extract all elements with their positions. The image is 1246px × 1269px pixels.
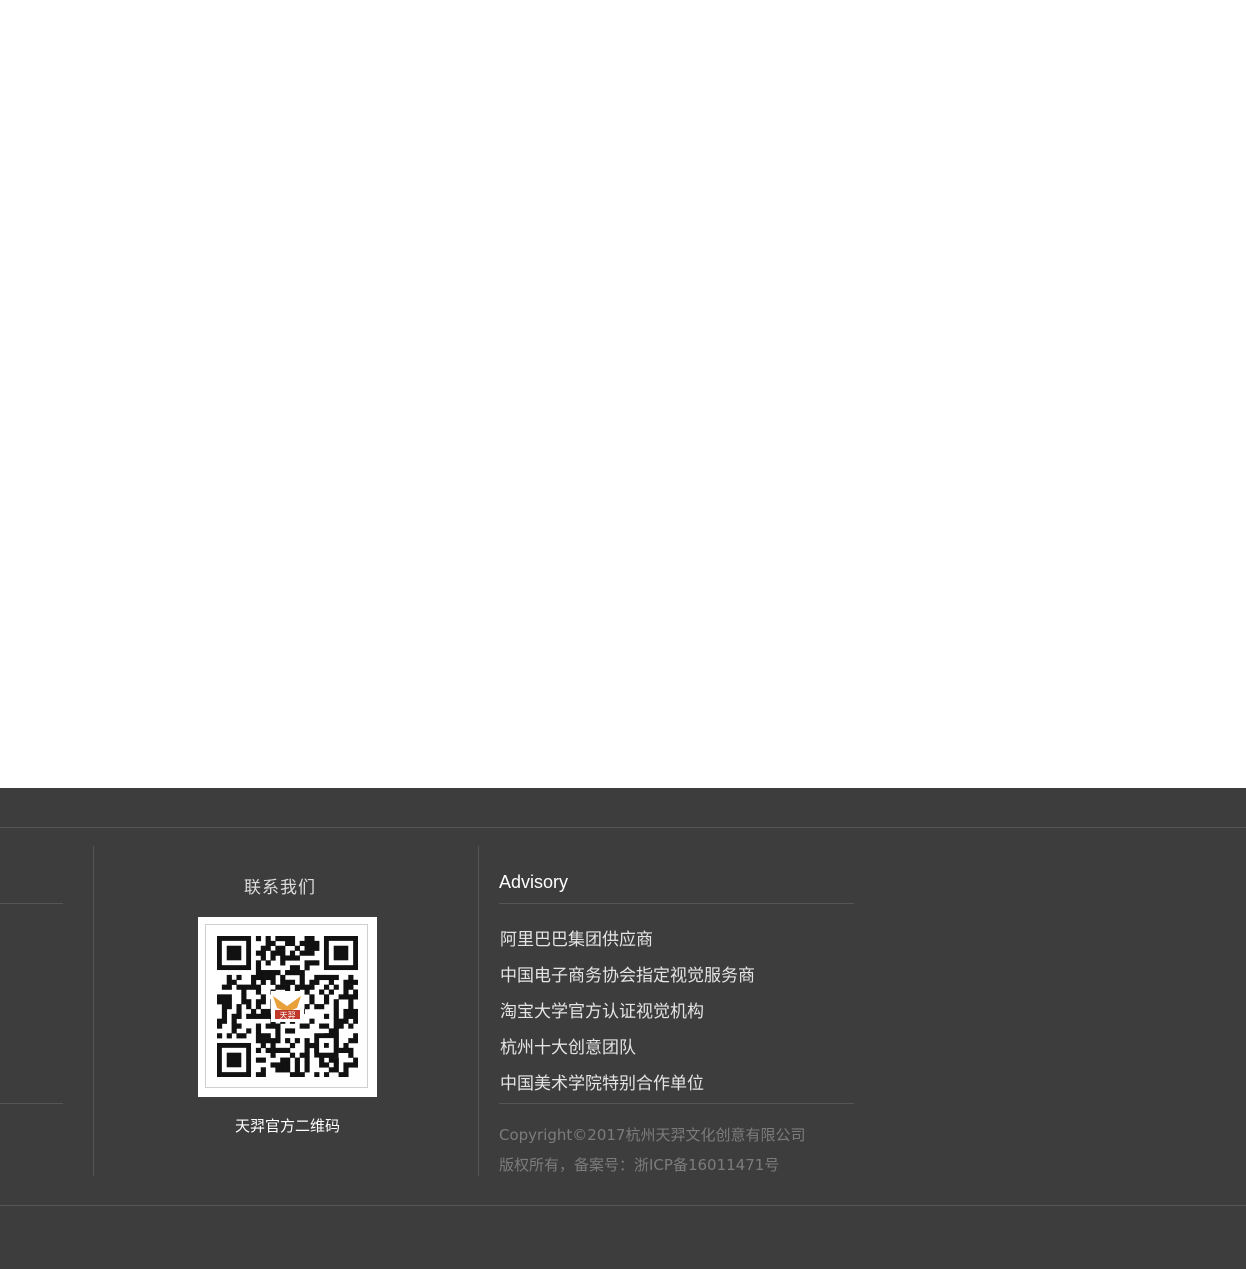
qr-code-border: 天羿 bbox=[205, 924, 368, 1088]
qr-logo: 天羿 bbox=[271, 991, 304, 1022]
contact-title: 联系我们 bbox=[244, 878, 316, 898]
footer-top-divider bbox=[0, 827, 1246, 828]
advisory-item: 杭州十大创意团队 bbox=[500, 1038, 636, 1058]
advisory-item: 淘宝大学官方认证视觉机构 bbox=[500, 1002, 704, 1022]
column-separator-right bbox=[478, 846, 479, 1176]
icp-record-line: 版权所有，备案号：浙ICP备16011471号 bbox=[499, 1156, 780, 1174]
qr-code-frame: 天羿 bbox=[198, 917, 377, 1097]
blank-content-area bbox=[0, 0, 1246, 788]
qr-caption: 天羿官方二维码 bbox=[234, 1117, 340, 1135]
advisory-divider-top bbox=[499, 903, 854, 904]
footer-bottom-divider bbox=[0, 1205, 1246, 1206]
page: 联系我们 天羿 天羿官方二维码 Advisory 阿里巴巴集团供应商 中国电子商… bbox=[0, 0, 1246, 1269]
advisory-item: 中国电子商务协会指定视觉服务商 bbox=[500, 966, 755, 986]
qr-code-image: 天羿 bbox=[217, 936, 358, 1077]
qr-logo-text: 天羿 bbox=[280, 1011, 296, 1020]
left-column-divider-bottom bbox=[0, 1103, 63, 1104]
advisory-list: 阿里巴巴集团供应商 中国电子商务协会指定视觉服务商 淘宝大学官方认证视觉机构 杭… bbox=[500, 929, 755, 1109]
advisory-item: 阿里巴巴集团供应商 bbox=[500, 930, 653, 950]
advisory-title: Advisory bbox=[499, 872, 569, 892]
copyright-line: Copyright©2017杭州天羿文化创意有限公司 bbox=[499, 1126, 806, 1144]
column-separator-left bbox=[93, 846, 94, 1176]
left-column-divider-top bbox=[0, 903, 63, 904]
advisory-item: 中国美术学院特别合作单位 bbox=[500, 1074, 704, 1094]
copyright: Copyright©2017杭州天羿文化创意有限公司 版权所有，备案号：浙ICP… bbox=[499, 1120, 805, 1180]
